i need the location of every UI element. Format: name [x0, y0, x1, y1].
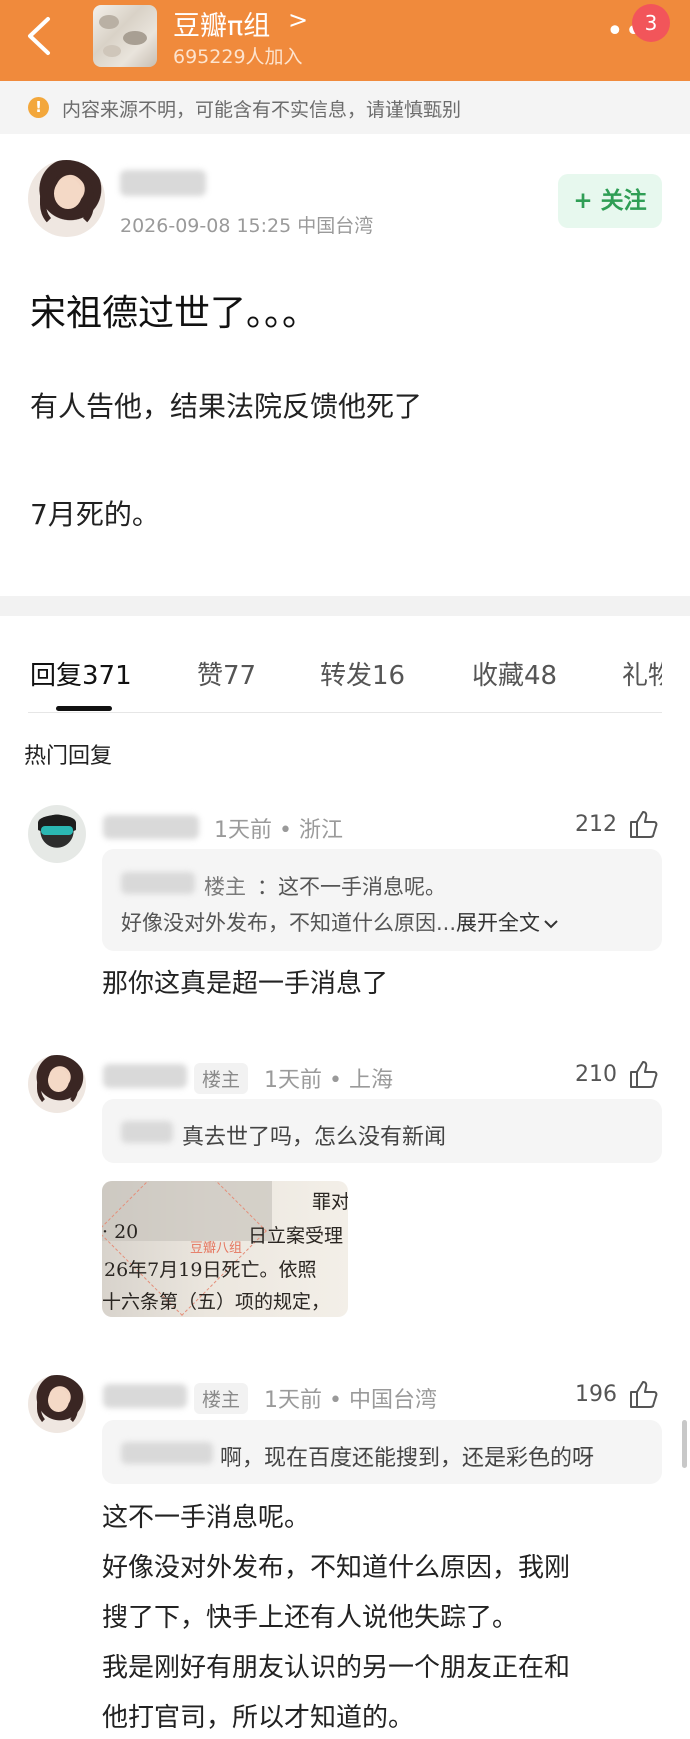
warning-icon: !	[28, 97, 49, 118]
expand-button[interactable]: 展开全文	[456, 911, 540, 935]
comment-meta: 1天前 • 上海	[264, 1068, 393, 1093]
back-arrow-icon[interactable]	[22, 15, 58, 57]
op-badge: 楼主	[194, 1063, 249, 1094]
tab-likes[interactable]: 赞77	[197, 655, 256, 692]
avatar[interactable]	[28, 160, 105, 237]
avatar[interactable]	[28, 1055, 86, 1113]
tab-count: 371	[82, 661, 132, 691]
tab-count: 16	[372, 661, 406, 691]
image-text: 罪对	[312, 1191, 348, 1213]
author-name-blurred[interactable]	[120, 170, 206, 196]
chevron-down-icon[interactable]	[543, 918, 559, 930]
tab-replies[interactable]: 回复371	[30, 655, 132, 692]
like-count: 196	[575, 1382, 617, 1407]
image-watermark: 豆瓣八组	[190, 1241, 243, 1256]
tab-divider	[28, 712, 662, 713]
comment-body-line: 这不一手消息呢。	[102, 1503, 311, 1533]
warning-bar: ! 内容来源不明，可能含有不实信息，请谨慎甄别	[0, 81, 690, 134]
tab-label: 转发	[320, 661, 373, 691]
quoted-text: 啊，现在百度还能搜到，还是彩色的呀	[220, 1446, 595, 1471]
tab-collections[interactable]: 收藏48	[472, 655, 557, 692]
quoted-text: 真去世了吗，怎么没有新闻	[182, 1125, 447, 1150]
tab-count: 77	[223, 661, 257, 691]
comment-meta: 1天前 • 中国台湾	[264, 1388, 437, 1413]
like-count: 210	[575, 1062, 617, 1087]
notification-badge[interactable]: 3	[632, 4, 670, 42]
thumbs-up-icon[interactable]	[628, 1379, 660, 1409]
image-text: · 20	[102, 1221, 139, 1243]
quoted-author-blurred	[121, 1442, 213, 1464]
hot-replies-heading: 热门回复	[24, 744, 113, 769]
op-badge: 楼主	[194, 1383, 249, 1414]
scrollbar-thumb[interactable]	[682, 1420, 687, 1468]
follow-button[interactable]: + 关注	[558, 174, 662, 228]
image-text: 26年7月19日死亡。依照	[104, 1259, 317, 1281]
tab-label: 回复	[30, 661, 83, 691]
member-count: 695229人加入	[173, 46, 303, 68]
post-title: 宋祖德过世了。。。	[30, 293, 319, 334]
thumbs-up-icon[interactable]	[628, 1059, 660, 1089]
group-thumbnail[interactable]	[93, 5, 157, 67]
section-divider	[0, 596, 690, 616]
avatar[interactable]	[28, 805, 86, 863]
comment-meta: 1天前 • 浙江	[214, 818, 343, 843]
commenter-name-blurred[interactable]	[103, 1064, 187, 1088]
tab-reposts[interactable]: 转发16	[320, 655, 405, 692]
quoted-author-blurred	[121, 1121, 173, 1143]
like-count: 212	[575, 812, 617, 837]
attached-image[interactable]: 罪对 · 20 日立案受理 豆瓣八组 26年7月19日死亡。依照 十六条第（五）…	[102, 1181, 348, 1317]
thumbs-up-icon[interactable]	[628, 809, 660, 839]
tab-label: 礼物	[622, 661, 662, 691]
quoted-author-blurred	[121, 872, 195, 894]
warning-text: 内容来源不明，可能含有不实信息，请谨慎甄别	[62, 99, 462, 121]
comment-body-line: 我是刚好有朋友认识的另一个朋友正在和	[102, 1653, 571, 1683]
quoted-text-line: 好像没对外发布，不知道什么原因...	[121, 911, 457, 935]
active-tab-indicator	[56, 706, 112, 711]
commenter-name-blurred[interactable]	[103, 815, 199, 839]
comment-body: 那你这真是超一手消息了	[102, 969, 389, 999]
tab-label: 收藏	[472, 661, 525, 691]
comment-body-line: 搜了下，快手上还有人说他失踪了。	[102, 1603, 519, 1633]
comment-body-line: 好像没对外发布，不知道什么原因，我刚	[102, 1553, 571, 1583]
chevron-right-icon[interactable]: >	[288, 6, 308, 34]
group-name[interactable]: 豆瓣π组	[173, 4, 270, 43]
post-body-line: 有人告他，结果法院反馈他死了	[30, 390, 423, 423]
commenter-name-blurred[interactable]	[103, 1384, 187, 1408]
tab-label: 赞	[197, 661, 224, 691]
quoted-text: 好像没对外发布，不知道什么原因...展开全文	[121, 907, 559, 937]
image-text: 十六条第（五）项的规定，	[102, 1291, 331, 1313]
avatar[interactable]	[28, 1375, 86, 1433]
image-text: 日立案受理	[248, 1225, 344, 1247]
tab-gifts[interactable]: 礼物	[622, 655, 662, 692]
op-label: 楼主	[204, 875, 246, 899]
post-body-line: 7月死的。	[30, 498, 160, 531]
post-time-location: 2026-09-08 15:25 中国台湾	[120, 215, 374, 237]
comment-body-line: 他打官司，所以才知道的。	[102, 1703, 415, 1733]
tab-count: 48	[524, 661, 558, 691]
quoted-text: ：这不一手消息呢。	[257, 875, 446, 899]
top-bar: 豆瓣π组 > 695229人加入 •• 3	[0, 0, 690, 81]
